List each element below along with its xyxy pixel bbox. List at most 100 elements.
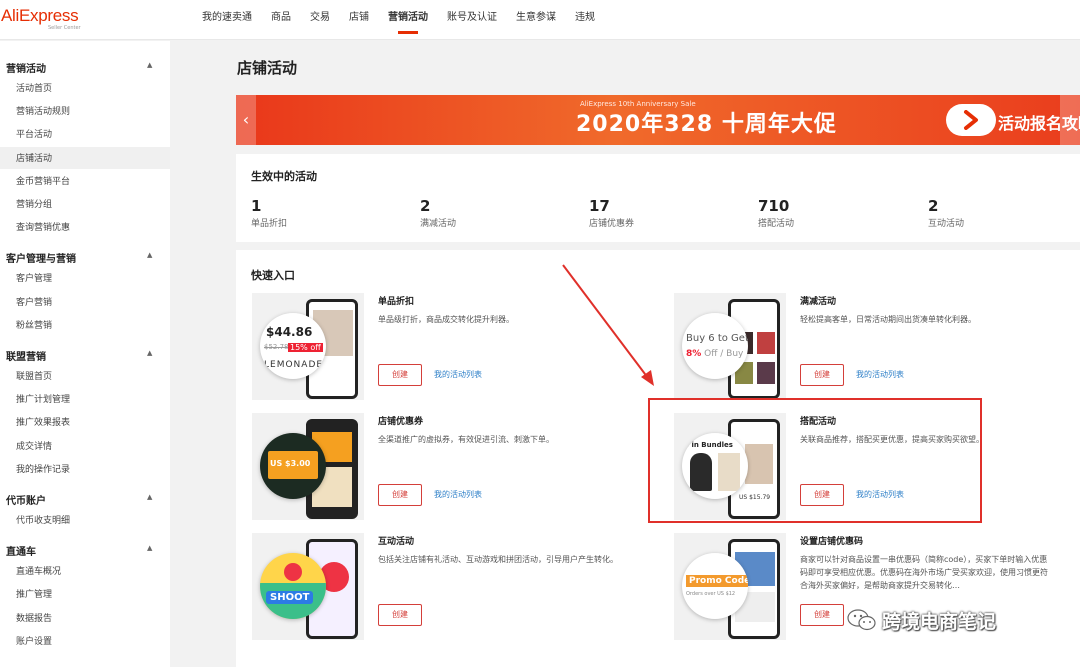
sidebar: 营销活动 ▲ 活动首页 营销活动规则 平台活动 店铺活动 金币营销平台 营销分组 查询营销优惠客… — [0, 41, 170, 667]
sidebar-item[interactable]: 我的操作记录 — [0, 458, 170, 480]
sidebar-item-label: 代币收支明细 — [16, 516, 71, 526]
wechat-icon — [847, 609, 876, 631]
nav-item[interactable]: 生意参谋 — [516, 0, 556, 40]
caret-up-icon[interactable]: ▲ — [147, 349, 152, 357]
card-thumbnail: $44.86 $52.78 15% off LEMONADE — [252, 293, 364, 400]
sidebar-item[interactable]: 客户管理 — [0, 267, 170, 289]
card-title: 设置店铺优惠码 — [800, 537, 864, 547]
sidebar-item[interactable]: 店铺活动 — [0, 146, 170, 169]
sidebar-item-label: 活动首页 — [16, 84, 53, 94]
quick-entry-card: US $3.00 店铺优惠券 全渠道推广的虚拟券，有效促进引流、刺激下单。 创建 我的活… — [252, 413, 632, 523]
stat-item[interactable]: 2 互动活动 — [928, 197, 964, 229]
nav-item[interactable]: 商品 — [271, 0, 291, 40]
sidebar-item-label: 营销分组 — [16, 200, 53, 210]
create-button[interactable]: 创建 — [378, 604, 422, 626]
stat-item[interactable]: 17 店铺优惠券 — [589, 197, 634, 229]
my-activity-list-link[interactable]: 我的活动列表 — [434, 489, 482, 500]
stat-item[interactable]: 2 满减活动 — [420, 197, 456, 229]
caret-up-icon[interactable]: ▲ — [147, 544, 152, 552]
card-thumbnail: SHOOT — [252, 533, 364, 640]
card-description: 轻松提高客单，日常活动期间出货凑单转化利器。 — [800, 315, 976, 324]
my-activity-list-link[interactable]: 我的活动列表 — [856, 369, 904, 380]
aliexpress-logo[interactable]: AliExpress Seller Center — [0, 6, 100, 36]
sidebar-item[interactable]: 推广效果报表 — [0, 411, 170, 433]
banner-go-button[interactable] — [946, 104, 996, 136]
sidebar-item-label: 营销活动规则 — [16, 107, 71, 118]
sidebar-section-header[interactable]: 直通车 ▲ — [0, 539, 170, 561]
caret-up-icon[interactable]: ▲ — [147, 61, 152, 69]
sidebar-item[interactable]: 账户设置 — [0, 630, 170, 652]
sidebar-item-label: 推广计划管理 — [16, 395, 71, 406]
sidebar-item[interactable]: 金币营销平台 — [0, 170, 170, 192]
main-nav: 我的速卖通 商品 交易 店铺 营销活动 账号及认证 生意参谋 违规 — [202, 0, 614, 40]
sidebar-item-label: 推广管理 — [16, 590, 53, 601]
sidebar-item-label: 账户设置 — [16, 636, 53, 647]
card-description: 商家可以针对商品设置一串优惠码（简称code），买家下单时输入优惠码即可享受相应… — [800, 555, 1048, 590]
sidebar-item[interactable]: 代币收支明细 — [0, 509, 170, 531]
promo-code-image: Promo Code Orders over US $12 — [682, 553, 748, 619]
card-title: 单品折扣 — [378, 297, 415, 307]
sidebar-item-label: 成交详情 — [16, 441, 53, 452]
nav-item[interactable]: 交易 — [310, 0, 330, 40]
stat-label: 店铺优惠券 — [589, 219, 635, 229]
stat-label: 搭配活动 — [758, 219, 795, 229]
sidebar-item[interactable]: 成交详情 — [0, 435, 170, 457]
sidebar-item[interactable]: 活动首页 — [0, 77, 170, 99]
sidebar-item-label: 联盟首页 — [16, 372, 53, 382]
card-thumbnail: Promo Code Orders over US $12 — [674, 533, 786, 640]
sidebar-item[interactable]: 客户营销 — [0, 291, 170, 313]
sidebar-item-label: 数据报告 — [16, 613, 53, 624]
card-thumbnail: US $3.00 — [252, 413, 364, 520]
banner-prev-icon[interactable]: ‹ — [236, 95, 256, 145]
my-activity-list-link[interactable]: 我的活动列表 — [434, 369, 482, 380]
sidebar-item-label: 直通车概况 — [16, 567, 62, 578]
card-title: 互动活动 — [378, 537, 415, 547]
nav-item[interactable]: 违规 — [575, 0, 595, 40]
sidebar-section-title: 联盟营销 — [6, 352, 46, 363]
quick-entry-card: Buy 6 to Get 8% Off / Buy 满减活动 轻松提高客单，日常活动期… — [674, 293, 1054, 403]
sidebar-item[interactable]: 营销分组 — [0, 193, 170, 215]
sidebar-item[interactable]: 联盟首页 — [0, 365, 170, 387]
sidebar-item[interactable]: 平台活动 — [0, 123, 170, 145]
watermark-text: 跨境电商笔记 — [882, 611, 997, 633]
nav-item[interactable]: 营销活动 — [388, 0, 428, 40]
sidebar-section-title: 直通车 — [6, 547, 36, 559]
create-button[interactable]: 创建 — [800, 604, 844, 626]
sidebar-item-label: 店铺活动 — [16, 153, 53, 164]
caret-up-icon[interactable]: ▲ — [147, 251, 152, 259]
create-button[interactable]: 创建 — [378, 484, 422, 506]
sidebar-item-label: 客户营销 — [16, 297, 53, 308]
logo-brand-text: AliExpress — [1, 6, 79, 25]
sidebar-section-header[interactable]: 代币账户 ▲ — [0, 488, 170, 510]
card-thumbnail: Buy 6 to Get 8% Off / Buy — [674, 293, 786, 400]
nav-item[interactable]: 我的速卖通 — [202, 0, 252, 40]
banner-next-icon[interactable]: › — [1060, 95, 1080, 145]
sidebar-item-label: 平台活动 — [16, 130, 53, 141]
stat-value: 710 — [758, 197, 790, 215]
sidebar-section-header[interactable]: 联盟营销 ▲ — [0, 344, 170, 366]
sidebar-item[interactable]: 营销活动规则 — [0, 100, 170, 122]
stat-item[interactable]: 710 搭配活动 — [758, 197, 794, 229]
arrow-right-icon — [964, 110, 978, 130]
sidebar-item[interactable]: 推广计划管理 — [0, 388, 170, 410]
sidebar-item[interactable]: 推广管理 — [0, 583, 170, 605]
sidebar-section-header[interactable]: 客户管理与营销 ▲ — [0, 246, 170, 268]
create-button[interactable]: 创建 — [800, 364, 844, 386]
nav-item[interactable]: 账号及认证 — [447, 0, 497, 40]
discount-badge-image: $44.86 $52.78 15% off LEMONADE — [260, 313, 326, 379]
caret-up-icon[interactable]: ▲ — [147, 493, 152, 501]
sidebar-item[interactable]: 数据报告 — [0, 607, 170, 629]
page-title: 店铺活动 — [237, 59, 298, 77]
sidebar-item[interactable]: 查询营销优惠 — [0, 216, 170, 238]
sidebar-section-title: 客户管理与营销 — [6, 254, 76, 266]
stat-label: 互动活动 — [928, 219, 965, 229]
quick-entry-card: $44.86 $52.78 15% off LEMONADE 单品折扣 单品级打折，商品成… — [252, 293, 632, 403]
sidebar-section-title: 代币账户 — [6, 496, 46, 507]
sidebar-item[interactable]: 直通车概况 — [0, 560, 170, 582]
sidebar-section-header[interactable]: 营销活动 ▲ — [0, 56, 170, 78]
nav-item[interactable]: 店铺 — [349, 0, 369, 40]
create-button[interactable]: 创建 — [378, 364, 422, 386]
sidebar-item[interactable]: 粉丝营销 — [0, 314, 170, 336]
stat-item[interactable]: 1 单品折扣 — [251, 197, 287, 229]
stat-value: 17 — [589, 197, 610, 215]
